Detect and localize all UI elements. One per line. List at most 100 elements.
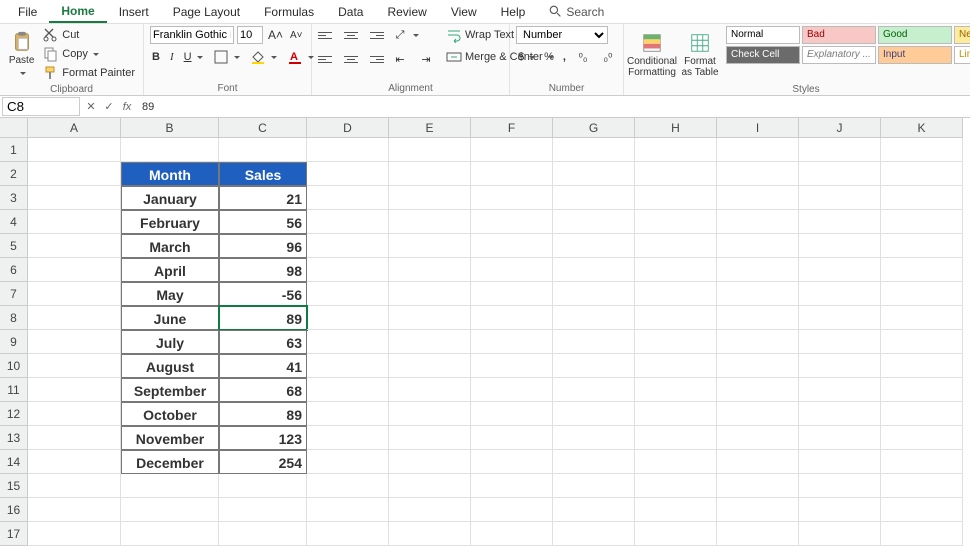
- cell-B4[interactable]: February: [121, 210, 219, 234]
- row-header-7[interactable]: 7: [0, 282, 28, 306]
- cell-F15[interactable]: [471, 474, 553, 498]
- row-header-17[interactable]: 17: [0, 522, 28, 546]
- number-format-select[interactable]: Number: [516, 26, 608, 44]
- cell-G2[interactable]: [553, 162, 635, 186]
- cell-B9[interactable]: July: [121, 330, 219, 354]
- decrease-font-button[interactable]: A˅: [288, 29, 305, 42]
- cell-J4[interactable]: [799, 210, 881, 234]
- cell-E6[interactable]: [389, 258, 471, 282]
- cell-F1[interactable]: [471, 138, 553, 162]
- cell-C13[interactable]: 123: [219, 426, 307, 450]
- cell-A5[interactable]: [28, 234, 121, 258]
- cell-J11[interactable]: [799, 378, 881, 402]
- cell-C17[interactable]: [219, 522, 307, 546]
- cell-A14[interactable]: [28, 450, 121, 474]
- cell-J3[interactable]: [799, 186, 881, 210]
- tab-formulas[interactable]: Formulas: [252, 2, 326, 22]
- format-as-table-button[interactable]: Format as Table: [678, 26, 722, 84]
- cell-J5[interactable]: [799, 234, 881, 258]
- cell-D3[interactable]: [307, 186, 389, 210]
- cell-E13[interactable]: [389, 426, 471, 450]
- cell-I16[interactable]: [717, 498, 799, 522]
- col-header-G[interactable]: G: [553, 118, 635, 138]
- cell-A6[interactable]: [28, 258, 121, 282]
- cell-E5[interactable]: [389, 234, 471, 258]
- cell-A15[interactable]: [28, 474, 121, 498]
- cell-F11[interactable]: [471, 378, 553, 402]
- font-size-select[interactable]: [237, 26, 263, 44]
- cell-A9[interactable]: [28, 330, 121, 354]
- cell-A2[interactable]: [28, 162, 121, 186]
- tab-data[interactable]: Data: [326, 2, 375, 22]
- cell-H1[interactable]: [635, 138, 717, 162]
- cell-F2[interactable]: [471, 162, 553, 186]
- fill-color-button[interactable]: [248, 48, 279, 66]
- cell-K15[interactable]: [881, 474, 963, 498]
- cell-E4[interactable]: [389, 210, 471, 234]
- cell-A11[interactable]: [28, 378, 121, 402]
- cell-B11[interactable]: September: [121, 378, 219, 402]
- cell-C4[interactable]: 56: [219, 210, 307, 234]
- cell-E9[interactable]: [389, 330, 471, 354]
- increase-decimal-button[interactable]: ⁰₀: [573, 48, 593, 66]
- cell-E8[interactable]: [389, 306, 471, 330]
- cell-I17[interactable]: [717, 522, 799, 546]
- col-header-B[interactable]: B: [121, 118, 219, 138]
- col-header-C[interactable]: C: [219, 118, 307, 138]
- cell-J13[interactable]: [799, 426, 881, 450]
- cell-K14[interactable]: [881, 450, 963, 474]
- conditional-formatting-button[interactable]: Conditional Formatting: [630, 26, 674, 84]
- paste-button[interactable]: Paste: [6, 26, 37, 84]
- cell-F17[interactable]: [471, 522, 553, 546]
- row-header-5[interactable]: 5: [0, 234, 28, 258]
- comma-button[interactable]: ,: [561, 50, 568, 64]
- tab-page-layout[interactable]: Page Layout: [161, 2, 252, 22]
- cell-I3[interactable]: [717, 186, 799, 210]
- increase-font-button[interactable]: A˄: [266, 27, 285, 43]
- cell-A12[interactable]: [28, 402, 121, 426]
- cell-D13[interactable]: [307, 426, 389, 450]
- select-all-corner[interactable]: [0, 118, 28, 138]
- cell-C15[interactable]: [219, 474, 307, 498]
- cell-B12[interactable]: October: [121, 402, 219, 426]
- cell-G9[interactable]: [553, 330, 635, 354]
- cell-J9[interactable]: [799, 330, 881, 354]
- cell-B5[interactable]: March: [121, 234, 219, 258]
- cell-G13[interactable]: [553, 426, 635, 450]
- cell-A16[interactable]: [28, 498, 121, 522]
- orientation-button[interactable]: ⤢: [390, 26, 421, 44]
- cell-K13[interactable]: [881, 426, 963, 450]
- cell-F12[interactable]: [471, 402, 553, 426]
- cell-D11[interactable]: [307, 378, 389, 402]
- spreadsheet-grid[interactable]: ABCDEFGHIJK12MonthSales3January214Februa…: [0, 118, 970, 546]
- cell-C11[interactable]: 68: [219, 378, 307, 402]
- cell-D12[interactable]: [307, 402, 389, 426]
- cell-E16[interactable]: [389, 498, 471, 522]
- tab-review[interactable]: Review: [375, 2, 438, 22]
- cell-I10[interactable]: [717, 354, 799, 378]
- align-left-button[interactable]: [318, 51, 336, 67]
- cell-F14[interactable]: [471, 450, 553, 474]
- cell-F3[interactable]: [471, 186, 553, 210]
- col-header-J[interactable]: J: [799, 118, 881, 138]
- cell-D14[interactable]: [307, 450, 389, 474]
- cell-styles-gallery[interactable]: NormalBadGoodNeCheck CellExplanatory ...…: [726, 26, 970, 64]
- cell-F6[interactable]: [471, 258, 553, 282]
- cell-K16[interactable]: [881, 498, 963, 522]
- cell-H2[interactable]: [635, 162, 717, 186]
- cell-E15[interactable]: [389, 474, 471, 498]
- decrease-decimal-button[interactable]: ₀⁰: [598, 48, 618, 66]
- col-header-H[interactable]: H: [635, 118, 717, 138]
- cell-G6[interactable]: [553, 258, 635, 282]
- cell-A17[interactable]: [28, 522, 121, 546]
- cell-H13[interactable]: [635, 426, 717, 450]
- cell-K7[interactable]: [881, 282, 963, 306]
- font-color-button[interactable]: A: [285, 48, 316, 66]
- row-header-1[interactable]: 1: [0, 138, 28, 162]
- cell-K6[interactable]: [881, 258, 963, 282]
- cell-H16[interactable]: [635, 498, 717, 522]
- cell-C9[interactable]: 63: [219, 330, 307, 354]
- tab-insert[interactable]: Insert: [107, 2, 161, 22]
- cell-E3[interactable]: [389, 186, 471, 210]
- cell-I7[interactable]: [717, 282, 799, 306]
